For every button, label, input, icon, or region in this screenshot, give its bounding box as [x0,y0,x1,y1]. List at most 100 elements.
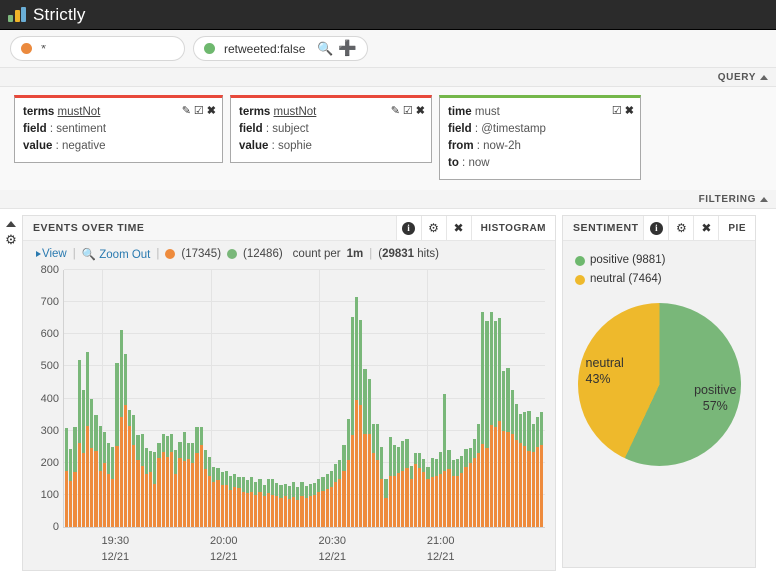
chart-bar[interactable] [245,270,249,527]
query-panel-1-mode[interactable]: mustNot [274,106,317,118]
chart-bar[interactable] [224,270,228,527]
chart-bar[interactable] [304,270,308,527]
chart-bar[interactable] [161,270,165,527]
chart-bar[interactable] [413,270,418,527]
chart-bar[interactable] [233,270,237,527]
chart-bar[interactable] [279,270,283,527]
chart-bar[interactable] [325,270,329,527]
chart-bar[interactable] [287,270,291,527]
chart-bar[interactable] [514,270,518,527]
chart-bar[interactable] [321,270,325,527]
chart-bar[interactable] [65,270,69,527]
toggle-checkbox-icon[interactable]: ☑ [403,103,413,120]
chart-bar[interactable] [308,270,312,527]
chart-bar[interactable] [531,270,535,527]
chart-bar[interactable] [270,270,275,527]
edit-icon[interactable]: ✎ [182,103,191,120]
chart-bar[interactable] [481,270,485,527]
chart-bar[interactable] [447,270,451,527]
filtering-section-bar[interactable]: FILTERING [0,190,776,209]
gear-icon[interactable]: ⚙ [420,216,446,240]
query-panel-1[interactable]: ✎ ☑ ✖ terms mustNot field : subject valu… [230,95,432,163]
chart-bar[interactable] [291,270,296,527]
chart-bar[interactable] [342,270,346,527]
chart-bar[interactable] [443,270,447,527]
chart-bar[interactable] [136,270,140,527]
chart-bar[interactable] [418,270,422,527]
chart-bar[interactable] [199,270,203,527]
zoom-out-button[interactable]: 🔍 Zoom Out [82,247,151,261]
chart-bar[interactable] [380,270,384,527]
caret-up-icon[interactable] [6,221,16,227]
chart-bar[interactable] [191,270,195,527]
chart-bar[interactable] [502,270,506,527]
chart-bar[interactable] [422,270,426,527]
chart-bar[interactable] [476,270,481,527]
chart-bar[interactable] [153,270,157,527]
close-icon[interactable]: ✖ [445,216,471,240]
chart-bar[interactable] [409,270,413,527]
chart-bar[interactable] [434,270,439,527]
chart-bar[interactable] [363,270,367,527]
caret-up-icon[interactable] [760,74,768,80]
histogram-type-button[interactable]: HISTOGRAM [470,216,555,240]
chart-bar[interactable] [212,270,216,527]
chart-bar[interactable] [388,270,392,527]
chart-bar[interactable] [220,270,224,527]
chart-bar[interactable] [472,270,476,527]
caret-up-icon[interactable] [760,196,768,202]
chart-bar[interactable] [237,270,241,527]
chart-bar[interactable] [157,270,161,527]
chart-bar[interactable] [506,270,510,527]
chart-bar[interactable] [207,270,212,527]
chart-bar[interactable] [510,270,514,527]
chart-bar[interactable] [283,270,287,527]
chart-bar[interactable] [254,270,258,527]
chart-bar[interactable] [312,270,317,527]
chart-bar[interactable] [178,270,182,527]
chart-bar[interactable] [149,270,153,527]
chart-bar[interactable] [367,270,371,527]
toggle-checkbox-icon[interactable]: ☑ [194,103,204,120]
chart-bar[interactable] [249,270,254,527]
chart-bar[interactable] [300,270,304,527]
chart-bar[interactable] [111,270,115,527]
close-icon[interactable]: ✖ [693,216,719,240]
chart-bar[interactable] [371,270,376,527]
close-icon[interactable]: ✖ [207,103,216,120]
sentiment-legend-item-positive[interactable]: positive (9881) [575,251,755,270]
chart-bar[interactable] [140,270,144,527]
chart-bar[interactable] [90,270,94,527]
chart-bar[interactable] [539,270,544,527]
chart-bar[interactable] [275,270,279,527]
gear-icon[interactable]: ⚙ [5,233,17,246]
chart-bar[interactable] [460,270,464,527]
chart-bar[interactable] [430,270,434,527]
chart-bar[interactable] [115,270,119,527]
chart-bar[interactable] [186,270,191,527]
query-color-dot-green[interactable] [204,43,215,54]
query-input-1[interactable]: * [10,36,185,61]
chart-bar[interactable] [81,270,86,527]
chart-bar[interactable] [535,270,539,527]
query-input-2[interactable]: retweeted:false 🔍 ➕ [193,36,368,61]
chart-bar[interactable] [405,270,409,527]
chart-bar[interactable] [317,270,321,527]
edit-icon[interactable]: ✎ [391,103,400,120]
chart-bar[interactable] [228,270,233,527]
chart-bar[interactable] [258,270,262,527]
chart-bar[interactable] [489,270,493,527]
close-icon[interactable]: ✖ [625,103,634,120]
chart-bar[interactable] [119,270,123,527]
chart-bar[interactable] [455,270,460,527]
chart-bar[interactable] [165,270,170,527]
sentiment-pie-chart[interactable]: positive 57% neutral 43% [577,303,741,466]
info-icon[interactable]: i [643,216,669,240]
chart-bar[interactable] [132,270,136,527]
chart-bar[interactable] [266,270,270,527]
query-section-bar[interactable]: QUERY [0,68,776,87]
events-histogram-chart[interactable]: 0 100 200 300 400 500 600 700 800 [41,264,545,533]
chart-bar[interactable] [392,270,397,527]
chart-bar[interactable] [397,270,401,527]
chart-bar[interactable] [195,270,199,527]
